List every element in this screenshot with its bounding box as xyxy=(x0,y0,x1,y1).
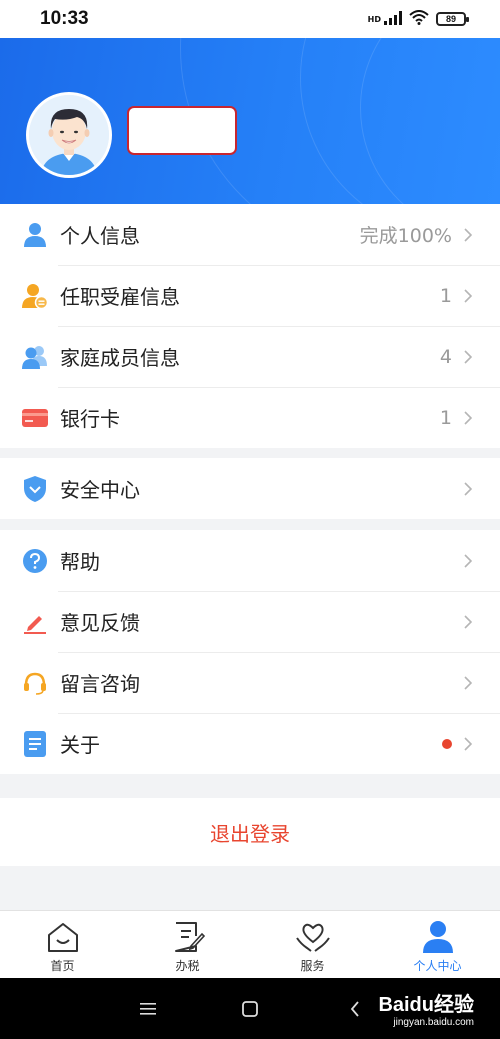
heart-hands-icon xyxy=(295,919,331,955)
menu-value: 完成100% xyxy=(359,225,452,247)
avatar-person-icon xyxy=(29,95,109,175)
bank-card-icon xyxy=(22,405,48,431)
network-badge: HD xyxy=(367,14,381,24)
battery-icon: 89 xyxy=(436,12,469,26)
menu-row-feedback[interactable]: 意见反馈 xyxy=(0,591,500,652)
menu-group-personal: 个人信息 完成100% 任职受雇信息 1 家庭成员信息 4 银行卡 1 xyxy=(0,204,500,448)
watermark-main: Baidu经验 xyxy=(378,994,474,1016)
wifi-icon xyxy=(409,9,429,29)
menu-row-bank-card[interactable]: 银行卡 1 xyxy=(0,387,500,448)
chevron-right-icon xyxy=(462,347,474,367)
menu-icon[interactable] xyxy=(135,996,161,1022)
baidu-watermark: Baidu经验 jingyan.baidu.com xyxy=(378,988,474,1028)
shield-icon xyxy=(22,475,48,502)
username-redacted-box xyxy=(127,106,237,155)
status-icons: HD 89 xyxy=(367,9,469,29)
menu-row-about[interactable]: 关于 xyxy=(0,713,500,774)
person-filled-icon xyxy=(420,919,456,955)
menu-label: 任职受雇信息 xyxy=(60,285,180,309)
menu-group-support: 帮助 意见反馈 留言咨询 关于 xyxy=(0,530,500,774)
menu-row-consult[interactable]: 留言咨询 xyxy=(0,652,500,713)
logout-label: 退出登录 xyxy=(210,821,290,846)
bottom-tab-bar: 首页 办税 服务 个人中心 xyxy=(0,910,500,978)
tax-form-icon xyxy=(170,919,206,955)
menu-row-help[interactable]: 帮助 xyxy=(0,530,500,591)
menu-label: 银行卡 xyxy=(60,407,120,431)
menu-label: 安全中心 xyxy=(60,478,140,502)
menu-label: 帮助 xyxy=(60,550,100,574)
chevron-right-icon xyxy=(462,408,474,428)
chevron-right-icon xyxy=(462,673,474,693)
chevron-right-icon xyxy=(462,479,474,499)
menu-value: 1 xyxy=(439,284,452,307)
menu-row-employment-info[interactable]: 任职受雇信息 1 xyxy=(0,265,500,326)
home-square-icon[interactable] xyxy=(237,996,263,1022)
watermark-sub: jingyan.baidu.com xyxy=(393,1017,474,1028)
system-nav-bar: Baidu经验 jingyan.baidu.com xyxy=(0,978,500,1039)
tab-label: 服务 xyxy=(300,959,325,973)
menu-label: 家庭成员信息 xyxy=(60,346,180,370)
menu-label: 意见反馈 xyxy=(60,611,140,635)
tab-label: 个人中心 xyxy=(413,959,462,973)
chevron-right-icon xyxy=(462,551,474,571)
tab-label: 办税 xyxy=(175,959,200,973)
tab-profile[interactable]: 个人中心 xyxy=(375,911,500,978)
menu-label: 个人信息 xyxy=(60,224,140,248)
new-indicator-dot xyxy=(442,738,452,749)
status-bar: 10:33 HD 89 xyxy=(0,0,500,38)
menu-group-security: 安全中心 xyxy=(0,458,500,519)
tab-label: 首页 xyxy=(50,959,75,973)
person-icon xyxy=(22,222,48,248)
tab-tax[interactable]: 办税 xyxy=(125,911,250,978)
menu-row-family-info[interactable]: 家庭成员信息 4 xyxy=(0,326,500,387)
pen-icon xyxy=(22,609,48,635)
profile-header xyxy=(0,38,500,204)
menu-row-security-center[interactable]: 安全中心 xyxy=(0,458,500,519)
logout-button[interactable]: 退出登录 xyxy=(0,798,500,866)
home-icon xyxy=(45,919,81,955)
status-time: 10:33 xyxy=(40,8,89,29)
tab-service[interactable]: 服务 xyxy=(250,911,375,978)
back-icon[interactable] xyxy=(342,996,368,1022)
help-icon xyxy=(22,548,48,574)
menu-value: 1 xyxy=(439,406,452,429)
menu-value: 4 xyxy=(439,345,452,368)
chevron-right-icon xyxy=(462,612,474,632)
chevron-right-icon xyxy=(462,225,474,245)
headset-icon xyxy=(22,670,48,696)
chevron-right-icon xyxy=(462,734,474,754)
menu-row-personal-info[interactable]: 个人信息 完成100% xyxy=(0,204,500,265)
menu-label: 留言咨询 xyxy=(60,672,140,696)
chevron-right-icon xyxy=(462,286,474,306)
family-icon xyxy=(22,344,48,370)
screen: 10:33 HD 89 个人信息 完成100% 任职受雇信息 1 家庭成员信息 … xyxy=(0,0,500,1039)
employment-icon xyxy=(22,283,48,309)
document-icon xyxy=(22,730,48,757)
tab-home[interactable]: 首页 xyxy=(0,911,125,978)
signal-icon xyxy=(384,10,402,29)
menu-label: 关于 xyxy=(60,733,100,757)
avatar[interactable] xyxy=(26,92,112,178)
